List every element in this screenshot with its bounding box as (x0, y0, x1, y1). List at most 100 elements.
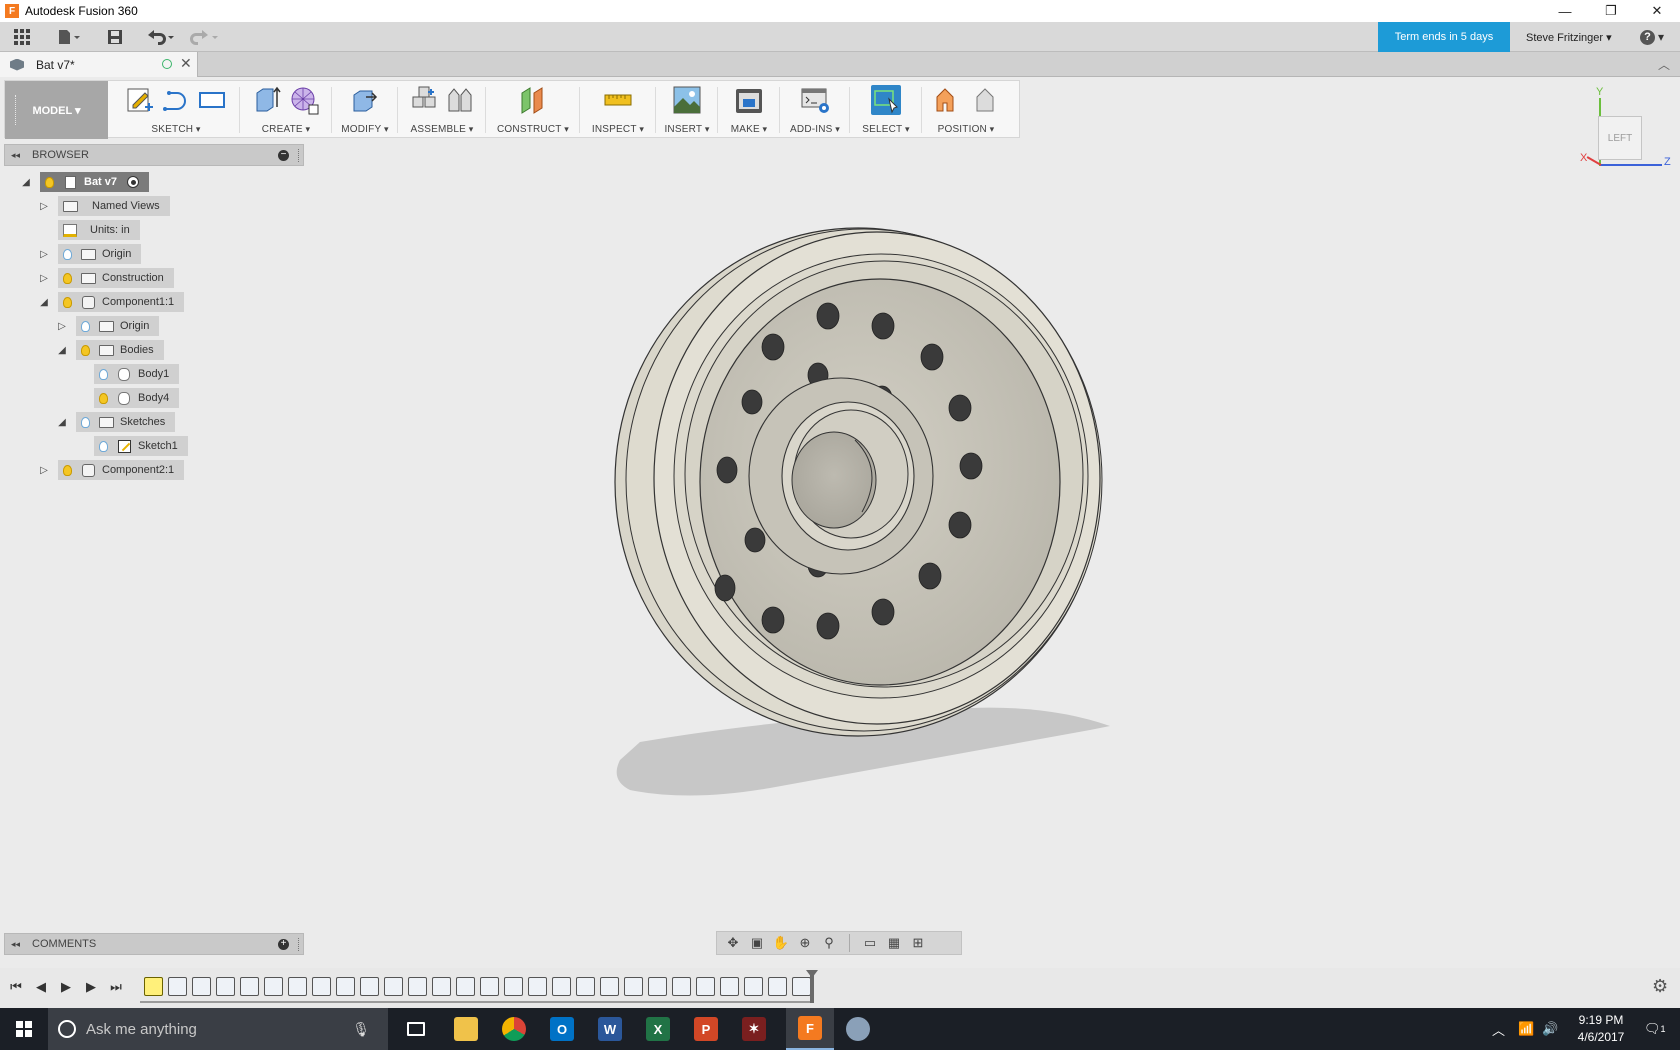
browser-minimize-icon[interactable]: − (278, 150, 289, 161)
new-component-icon[interactable] (409, 85, 439, 115)
timeline-feature-icon[interactable] (408, 977, 427, 996)
orbit-icon[interactable]: ✥ (723, 934, 743, 952)
timeline-feature-icon[interactable] (552, 977, 571, 996)
timeline-feature-icon[interactable] (624, 977, 643, 996)
taskbar-other-app[interactable] (834, 1008, 882, 1050)
tree-node-component1[interactable]: Component1:1 (58, 292, 185, 312)
user-account-menu[interactable]: Steve Fritzinger ▾ (1526, 22, 1612, 52)
viewports-icon[interactable]: ⊞ (908, 934, 928, 952)
taskbar-word[interactable]: W (586, 1008, 634, 1050)
tree-node-named-views[interactable]: Named Views (58, 196, 170, 216)
panel-grip-icon[interactable] (298, 149, 301, 162)
help-menu[interactable]: ? ▾ (1640, 22, 1664, 52)
3d-viewport[interactable] (310, 140, 1680, 930)
look-at-icon[interactable]: ▣ (747, 934, 767, 952)
measure-icon[interactable] (603, 85, 633, 115)
tree-node-component1-origin[interactable]: Origin (76, 316, 160, 336)
tree-node-bodies[interactable]: Bodies (76, 340, 164, 360)
taskbar-autodesk-app[interactable]: ✶ (730, 1008, 778, 1050)
timeline-feature-icon[interactable] (600, 977, 619, 996)
panel-grip-icon[interactable] (298, 938, 301, 951)
document-tab[interactable]: Bat v7* ✕ (0, 52, 198, 77)
timeline-feature-icon[interactable] (720, 977, 739, 996)
timeline-feature-icon[interactable] (264, 977, 283, 996)
tree-node-root[interactable]: Bat v7 (40, 172, 150, 192)
offset-plane-icon[interactable] (518, 85, 548, 115)
timeline-feature-icon[interactable] (336, 977, 355, 996)
timeline-feature-icon[interactable] (696, 977, 715, 996)
insert-image-icon[interactable] (672, 85, 702, 115)
visibility-bulb-icon[interactable] (58, 460, 76, 480)
redo-icon[interactable] (188, 22, 222, 52)
visibility-bulb-icon[interactable] (94, 364, 112, 384)
visibility-bulb-icon[interactable] (94, 388, 112, 408)
timeline-feature-icon[interactable] (288, 977, 307, 996)
tree-node-sketches[interactable]: Sketches (76, 412, 176, 432)
timeline-feature-icon[interactable] (480, 977, 499, 996)
comments-panel-header[interactable]: ◂◂ COMMENTS + (4, 933, 304, 955)
timeline-feature-icon[interactable] (312, 977, 331, 996)
add-comment-icon[interactable]: + (278, 939, 289, 950)
visibility-bulb-icon[interactable] (76, 340, 94, 360)
toolbar-group-assemble[interactable]: ASSEMBLE (399, 81, 485, 139)
timeline-feature-icon[interactable] (672, 977, 691, 996)
data-panel-grid-icon[interactable] (8, 22, 36, 52)
rectangle-icon[interactable] (197, 85, 227, 115)
browser-panel-header[interactable]: ◂◂ BROWSER − (4, 144, 304, 166)
expand-triangle-icon[interactable]: ▷ (38, 201, 50, 213)
network-icon[interactable]: 📶 (1518, 1008, 1534, 1050)
visibility-bulb-icon[interactable] (58, 292, 76, 312)
timeline-settings-gear-icon[interactable]: ⚙ (1652, 976, 1668, 997)
tree-node-construction[interactable]: Construction (58, 268, 174, 288)
taskbar-excel[interactable]: X (634, 1008, 682, 1050)
timeline-feature-icon[interactable] (216, 977, 235, 996)
collapse-triangle-icon[interactable]: ◢ (56, 417, 68, 429)
press-pull-icon[interactable] (350, 85, 380, 115)
visibility-bulb-icon[interactable] (94, 436, 112, 456)
wheel-model[interactable] (310, 140, 1680, 930)
collapse-triangle-icon[interactable]: ◢ (20, 177, 32, 189)
display-settings-icon[interactable]: ▭ (860, 934, 880, 952)
timeline-feature-icon[interactable] (744, 977, 763, 996)
timeline-feature-icon[interactable] (768, 977, 787, 996)
expand-triangle-icon[interactable]: ▷ (38, 465, 50, 477)
save-icon[interactable] (104, 22, 126, 52)
timeline-feature-icon[interactable] (528, 977, 547, 996)
timeline-marker[interactable] (810, 973, 814, 1003)
timeline-feature-icon[interactable] (360, 977, 379, 996)
collapse-browser-icon[interactable]: ◂◂ (11, 150, 20, 161)
timeline-feature-icon[interactable] (168, 977, 187, 996)
expand-triangle-icon[interactable]: ▷ (56, 321, 68, 333)
timeline-feature-icon[interactable] (576, 977, 595, 996)
timeline-feature-icon[interactable] (504, 977, 523, 996)
play-icon[interactable]: ▶ (56, 976, 76, 998)
toolbar-group-create[interactable]: CREATE (241, 81, 331, 139)
file-menu-icon[interactable] (54, 22, 84, 52)
joint-icon[interactable] (445, 85, 475, 115)
collapse-comments-icon[interactable]: ◂◂ (11, 939, 20, 950)
taskbar-chrome[interactable] (490, 1008, 538, 1050)
collapse-triangle-icon[interactable]: ◢ (38, 297, 50, 309)
toolbar-group-make[interactable]: MAKE (719, 81, 779, 139)
zoom-icon[interactable]: ⊕ (795, 934, 815, 952)
toolbar-group-construct[interactable]: CONSTRUCT (487, 81, 579, 139)
taskbar-outlook[interactable]: O (538, 1008, 586, 1050)
step-back-icon[interactable]: ◀ (31, 976, 51, 998)
close-window-button[interactable]: ✕ (1634, 0, 1680, 22)
term-ends-notice[interactable]: Term ends in 5 days (1378, 22, 1510, 52)
undo-icon[interactable] (144, 22, 178, 52)
system-clock[interactable]: 9:19 PM 4/6/2017 (1566, 1012, 1636, 1046)
extrude-icon[interactable] (253, 85, 283, 115)
3d-print-icon[interactable] (734, 85, 764, 115)
cortana-search-box[interactable]: Ask me anything 🎙 (48, 1008, 388, 1050)
timeline-feature-icon[interactable] (384, 977, 403, 996)
capture-position-icon[interactable] (933, 85, 963, 115)
action-center-icon[interactable]: 🗨 1 (1644, 1008, 1666, 1050)
tree-node-component2[interactable]: Component2:1 (58, 460, 185, 480)
visibility-bulb-icon[interactable] (76, 412, 94, 432)
scripts-addins-icon[interactable] (800, 85, 830, 115)
go-to-start-icon[interactable]: ⏮ (6, 976, 26, 998)
tree-node-body1[interactable]: Body1 (94, 364, 180, 384)
tree-node-origin[interactable]: Origin (58, 244, 142, 264)
taskbar-fusion-360[interactable]: F (786, 1008, 834, 1050)
